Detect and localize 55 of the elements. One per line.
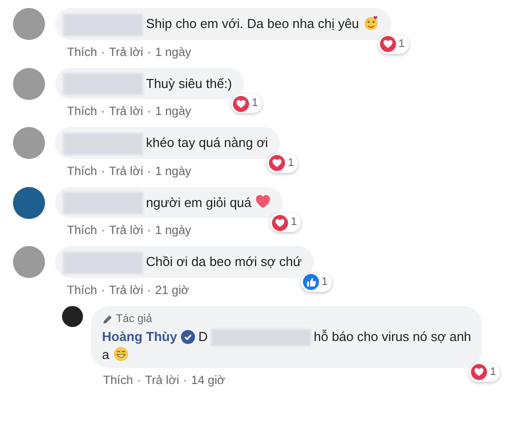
pen-icon	[102, 314, 113, 325]
action-link[interactable]: Thích	[67, 221, 98, 240]
page-logo-avatar[interactable]	[13, 186, 45, 219]
timestamp[interactable]: 1 ngày	[155, 162, 192, 180]
comment-text: Chồi ơi da beo mới sợ chứ	[146, 254, 302, 270]
commenter-name[interactable]: Hoàng Thùy	[102, 328, 178, 344]
comment-text: a	[102, 346, 110, 362]
action-link[interactable]: Thích	[67, 162, 98, 180]
separator-dot: ·	[101, 282, 106, 299]
separator-dot: ·	[147, 282, 152, 299]
reaction-count[interactable]: 1	[270, 213, 302, 232]
action-link[interactable]: Trả lời	[109, 102, 144, 120]
action-link[interactable]: Thích	[67, 280, 98, 299]
comment-text: khéo tay quá nàng ơi	[146, 135, 268, 150]
action-link[interactable]: Trả lời	[109, 162, 144, 180]
comment-text: hỗ báo cho virus nó sợ anh	[314, 328, 472, 344]
timestamp[interactable]: 1 ngày	[155, 42, 192, 61]
reaction-count[interactable]: 1	[469, 362, 500, 382]
action-link[interactable]: Thích	[67, 102, 98, 120]
separator-dot: ·	[183, 372, 188, 389]
comment-text: Ship cho em với. Da beo nha chị yêu	[146, 16, 360, 31]
separator-dot: ·	[137, 372, 142, 389]
timestamp[interactable]: 1 ngày	[155, 221, 192, 240]
comment-text: D	[198, 328, 208, 344]
separator-dot: ·	[147, 162, 152, 180]
count-text: 1	[322, 274, 328, 290]
timestamp[interactable]: 1 ngày	[155, 102, 192, 120]
separator-dot: ·	[101, 222, 106, 240]
count-text: 1	[398, 36, 405, 52]
separator-dot: ·	[147, 44, 152, 61]
reaction-count[interactable]: 1	[378, 34, 409, 54]
separator-dot: ·	[147, 103, 152, 120]
count-text: 1	[252, 96, 258, 112]
separator-dot: ·	[147, 222, 152, 240]
count-text: 1	[290, 215, 298, 230]
timestamp[interactable]: 14 giờ	[191, 370, 225, 389]
reaction-count[interactable]: 1	[266, 154, 298, 173]
reaction-count[interactable]: 1	[300, 272, 332, 292]
action-link[interactable]: Trả lời	[109, 280, 144, 299]
author-label: Tác giả	[116, 312, 152, 327]
count-text: 1	[288, 156, 294, 171]
action-link[interactable]: Trả lời	[109, 221, 144, 240]
separator-dot: ·	[101, 103, 106, 120]
action-link[interactable]: Trả lời	[109, 42, 144, 61]
separator-dot: ·	[101, 162, 106, 180]
action-link[interactable]: Thích	[67, 42, 98, 61]
comment-text: Thuỳ siêu thế:)	[146, 76, 232, 91]
action-link[interactable]: Trả lời	[145, 370, 180, 389]
separator-dot: ·	[101, 44, 106, 61]
reaction-count[interactable]: 1	[230, 94, 262, 114]
count-text: 1	[490, 364, 496, 380]
action-link[interactable]: Thích	[103, 370, 134, 389]
avatar[interactable]	[62, 306, 83, 327]
timestamp[interactable]: 21 giờ	[155, 280, 189, 299]
comment-text: người em giỏi quá	[146, 194, 252, 210]
